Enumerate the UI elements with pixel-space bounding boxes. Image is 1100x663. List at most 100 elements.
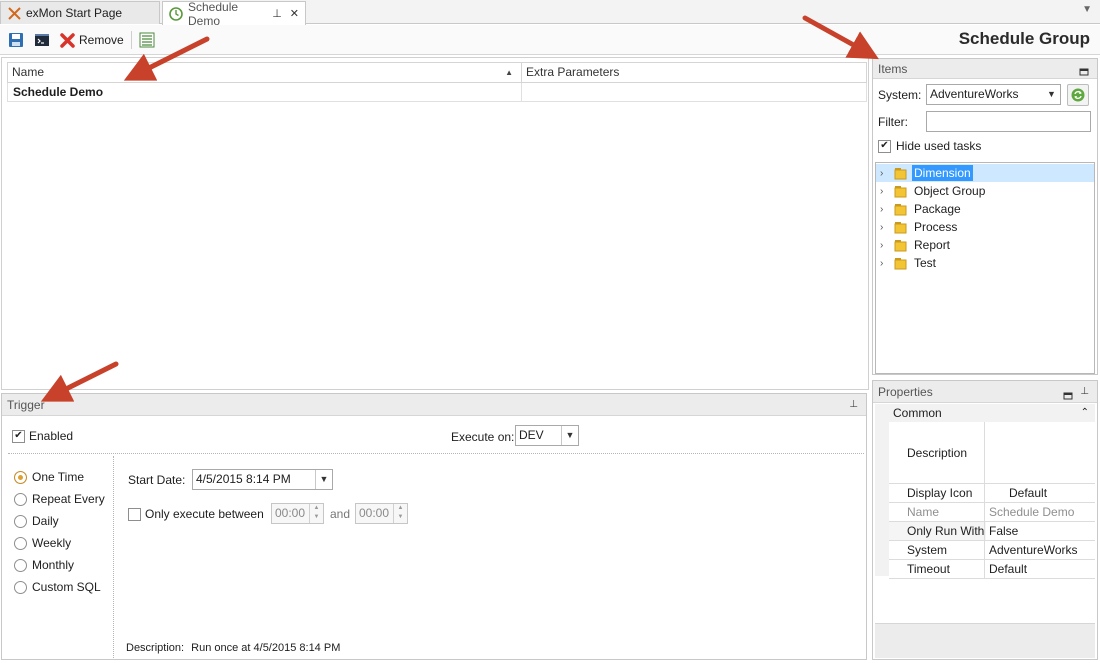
expand-arrow-icon[interactable]: ›: [880, 258, 892, 269]
spin-buttons-icon[interactable]: ▲ ▼: [393, 504, 407, 523]
chevron-down-icon: ▼: [1047, 89, 1056, 99]
from-time-value: 00:00: [275, 506, 306, 520]
radio-icon: [14, 580, 27, 594]
filter-label: Filter:: [878, 115, 908, 129]
property-gutter: [875, 422, 889, 576]
radio-icon: [14, 558, 27, 572]
radio-weekly[interactable]: Weekly: [14, 535, 71, 551]
expand-arrow-icon[interactable]: ›: [880, 204, 892, 215]
pin-icon[interactable]: ⊥: [849, 394, 858, 416]
only-execute-between-label: Only execute between: [145, 507, 264, 521]
tree-node-object-group[interactable]: › Object Group: [876, 182, 1094, 200]
tree-node-label: Test: [914, 256, 937, 270]
property-row-system[interactable]: System AdventureWorks: [889, 541, 1095, 560]
tab-menu-chevron-down-icon[interactable]: ▼: [1082, 4, 1092, 15]
maximize-icon[interactable]: [1079, 63, 1089, 76]
property-value[interactable]: Default: [986, 484, 1095, 502]
system-label: System:: [878, 88, 922, 102]
radio-repeat-every[interactable]: Repeat Every: [14, 491, 105, 507]
property-value[interactable]: False: [986, 522, 1095, 540]
property-name: Description: [889, 422, 985, 483]
tree-node-label: Report: [914, 238, 951, 252]
property-value[interactable]: AdventureWorks: [986, 541, 1095, 559]
trigger-panel-header: Trigger ⊥: [2, 394, 866, 416]
property-description-area: [875, 623, 1095, 658]
checkbox-checked-icon: ✔: [12, 429, 25, 443]
filter-input[interactable]: [926, 111, 1091, 132]
hide-used-tasks-checkbox[interactable]: ✔ Hide used tasks: [878, 139, 981, 153]
tree-node-label: Dimension: [912, 165, 973, 181]
refresh-button[interactable]: [1067, 84, 1089, 106]
save-button[interactable]: [8, 29, 24, 51]
radio-icon: [14, 536, 27, 550]
pin-icon[interactable]: ⊥: [272, 7, 282, 20]
expand-arrow-icon[interactable]: ›: [880, 168, 892, 179]
schedule-clock-icon: [169, 6, 183, 21]
property-row-description[interactable]: Description: [889, 422, 1095, 484]
items-tree: › Dimension › Object Group › Package › P…: [875, 162, 1095, 374]
cell-extra-parameters[interactable]: [522, 83, 866, 101]
tree-node-test[interactable]: › Test: [876, 254, 1094, 272]
description-value: Run once at 4/5/2015 8:14 PM: [191, 642, 341, 654]
enabled-checkbox[interactable]: ✔ Enabled: [12, 429, 73, 443]
radio-one-time[interactable]: One Time: [14, 469, 84, 485]
tree-node-package[interactable]: › Package: [876, 200, 1094, 218]
property-row-name[interactable]: Name Schedule Demo: [889, 503, 1095, 522]
panel-title: Trigger: [7, 398, 45, 412]
document-tab-bar: exMon Start Page Schedule Demo ⊥ ✕ ▼: [0, 0, 1100, 28]
tree-node-process[interactable]: › Process: [876, 218, 1094, 236]
to-time-value: 00:00: [359, 506, 390, 520]
radio-daily[interactable]: Daily: [14, 513, 59, 529]
radio-custom-sql[interactable]: Custom SQL: [14, 579, 101, 595]
tree-node-label: Package: [914, 202, 961, 216]
system-select-value: AdventureWorks: [930, 87, 1019, 101]
expand-arrow-icon[interactable]: ›: [880, 240, 892, 251]
start-date-picker[interactable]: 4/5/2015 8:14 PM ▼: [192, 469, 333, 490]
list-button[interactable]: [139, 29, 155, 51]
property-value[interactable]: [986, 422, 1095, 483]
column-header-extra-parameters[interactable]: Extra Parameters: [522, 63, 866, 82]
property-category-common[interactable]: Common ⌃: [875, 404, 1095, 422]
trigger-panel: Trigger ⊥ ✔ Enabled Execute on: DEV ▼ On…: [1, 393, 867, 660]
from-time-input[interactable]: 00:00 ▲ ▼: [271, 503, 324, 524]
close-icon[interactable]: ✕: [290, 7, 299, 20]
tab-schedule-demo[interactable]: Schedule Demo ⊥ ✕: [162, 0, 306, 28]
radio-selected-icon: [14, 470, 27, 484]
checkbox-checked-icon: ✔: [878, 139, 891, 153]
exmon-logo-icon: [7, 6, 21, 20]
property-name: Only Run With I: [889, 522, 985, 540]
radio-label: Weekly: [32, 536, 72, 550]
property-row-only-run-with[interactable]: Only Run With I False: [889, 522, 1095, 541]
folder-icon: [894, 221, 907, 233]
expand-arrow-icon[interactable]: ›: [880, 222, 892, 233]
pin-icon[interactable]: ⊥: [1080, 381, 1089, 403]
toolbar-separator: [131, 31, 132, 49]
remove-button[interactable]: Remove: [60, 29, 124, 51]
to-time-input[interactable]: 00:00 ▲ ▼: [355, 503, 408, 524]
property-row-timeout[interactable]: Timeout Default: [889, 560, 1095, 579]
run-console-button[interactable]: [34, 29, 50, 51]
list-icon: [139, 32, 155, 48]
system-select[interactable]: AdventureWorks ▼: [926, 84, 1061, 105]
radio-monthly[interactable]: Monthly: [14, 557, 74, 573]
radio-icon: [14, 514, 27, 528]
execute-on-select[interactable]: DEV ▼: [515, 425, 579, 446]
and-label: and: [330, 507, 351, 521]
expand-arrow-icon[interactable]: ›: [880, 186, 892, 197]
tree-node-report[interactable]: › Report: [876, 236, 1094, 254]
chevron-up-icon[interactable]: ⌃: [1081, 404, 1089, 422]
property-row-display-icon[interactable]: Display Icon Default: [889, 484, 1095, 503]
column-header-name[interactable]: Name ▲: [8, 63, 522, 82]
column-label: Name: [12, 65, 45, 79]
tree-node-dimension[interactable]: › Dimension: [876, 164, 1094, 182]
table-row[interactable]: Schedule Demo: [7, 83, 867, 102]
spin-buttons-icon[interactable]: ▲ ▼: [309, 504, 323, 523]
tab-label: Schedule Demo: [188, 0, 239, 28]
radio-icon: [14, 492, 27, 506]
only-execute-between-checkbox[interactable]: Only execute between: [128, 507, 264, 521]
property-value[interactable]: Default: [986, 560, 1095, 578]
toolbar: Remove Schedule Group: [0, 25, 1100, 55]
divider: [113, 456, 114, 658]
execute-on-label: Execute on:: [451, 430, 515, 444]
tab-exmon-start-page[interactable]: exMon Start Page: [0, 1, 160, 24]
